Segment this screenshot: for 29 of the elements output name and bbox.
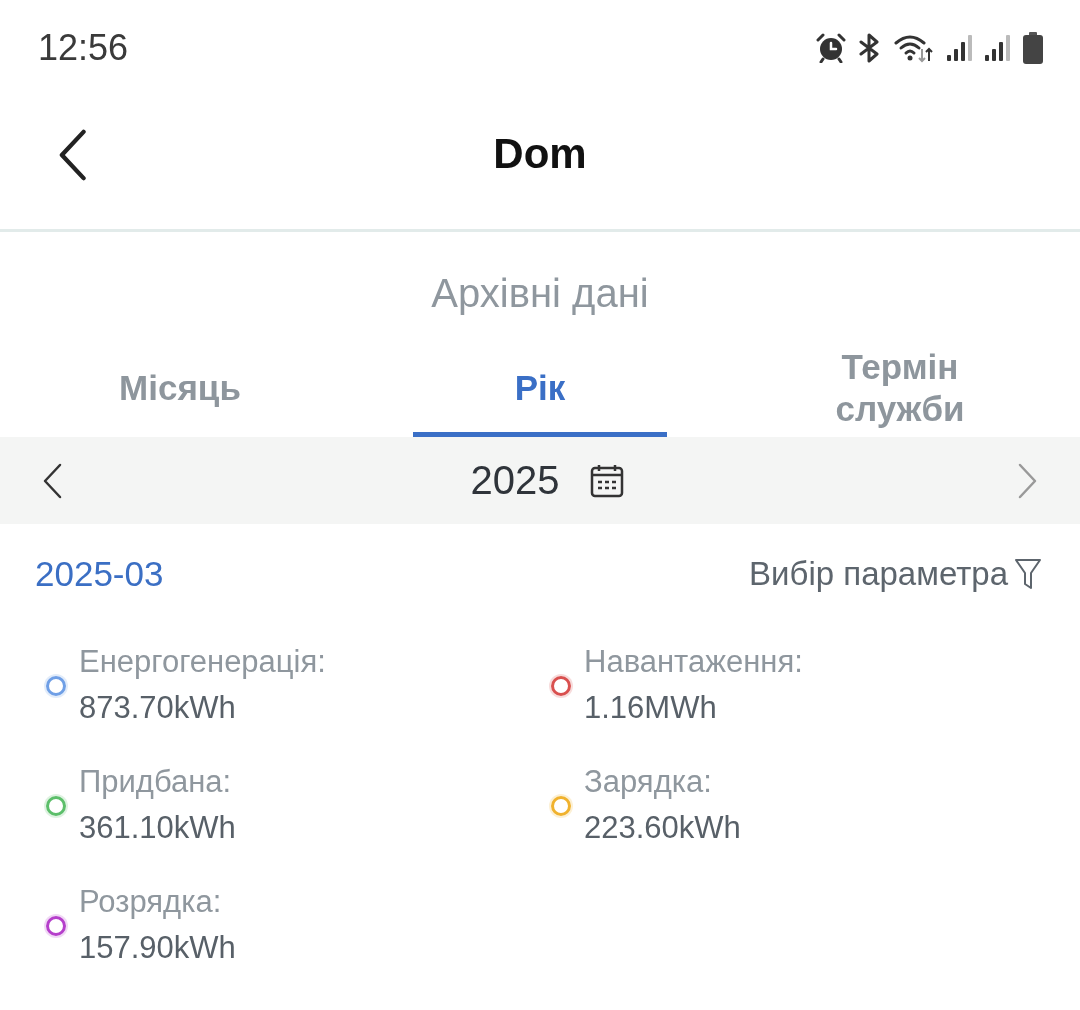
legend-label: Енергогенерація: xyxy=(79,643,326,681)
legend-value: 1.16MWh xyxy=(584,689,718,727)
back-icon xyxy=(57,129,87,181)
chevron-left-icon xyxy=(42,462,62,499)
calendar-icon xyxy=(589,462,626,499)
signal-icon xyxy=(984,32,1010,63)
period-tab[interactable]: Місяць xyxy=(53,340,307,437)
chevron-right-icon xyxy=(1018,462,1038,499)
calendar-button[interactable] xyxy=(589,462,626,499)
legend-value: 361.10kWh xyxy=(79,809,236,847)
section-title: Архівні дані xyxy=(430,269,650,317)
legend-value: 223.60kWh xyxy=(584,809,741,847)
battery-icon xyxy=(1022,31,1044,64)
status-time: 12:56 xyxy=(38,26,129,69)
legend-label: Розрядка: xyxy=(79,883,223,921)
parameter-filter-button[interactable]: Вибір параметра xyxy=(749,555,1042,593)
legend-label: Навантаження: xyxy=(584,643,803,681)
alarm-clock-icon xyxy=(816,32,846,63)
legend-label: Зарядка: xyxy=(584,763,713,801)
period-tab[interactable]: Термін служби xyxy=(773,340,1027,437)
filter-icon xyxy=(1014,558,1042,590)
legend-label: Придбана: xyxy=(79,763,233,801)
wifi-icon xyxy=(894,32,934,63)
signal-icon xyxy=(946,32,972,63)
legend-value: 873.70kWh xyxy=(79,689,237,727)
legend-value: 157.90kWh xyxy=(79,929,236,967)
selected-period: 2025-03 xyxy=(35,554,164,594)
year-label: 2025 xyxy=(470,458,560,503)
page-title: Dom xyxy=(493,130,587,178)
